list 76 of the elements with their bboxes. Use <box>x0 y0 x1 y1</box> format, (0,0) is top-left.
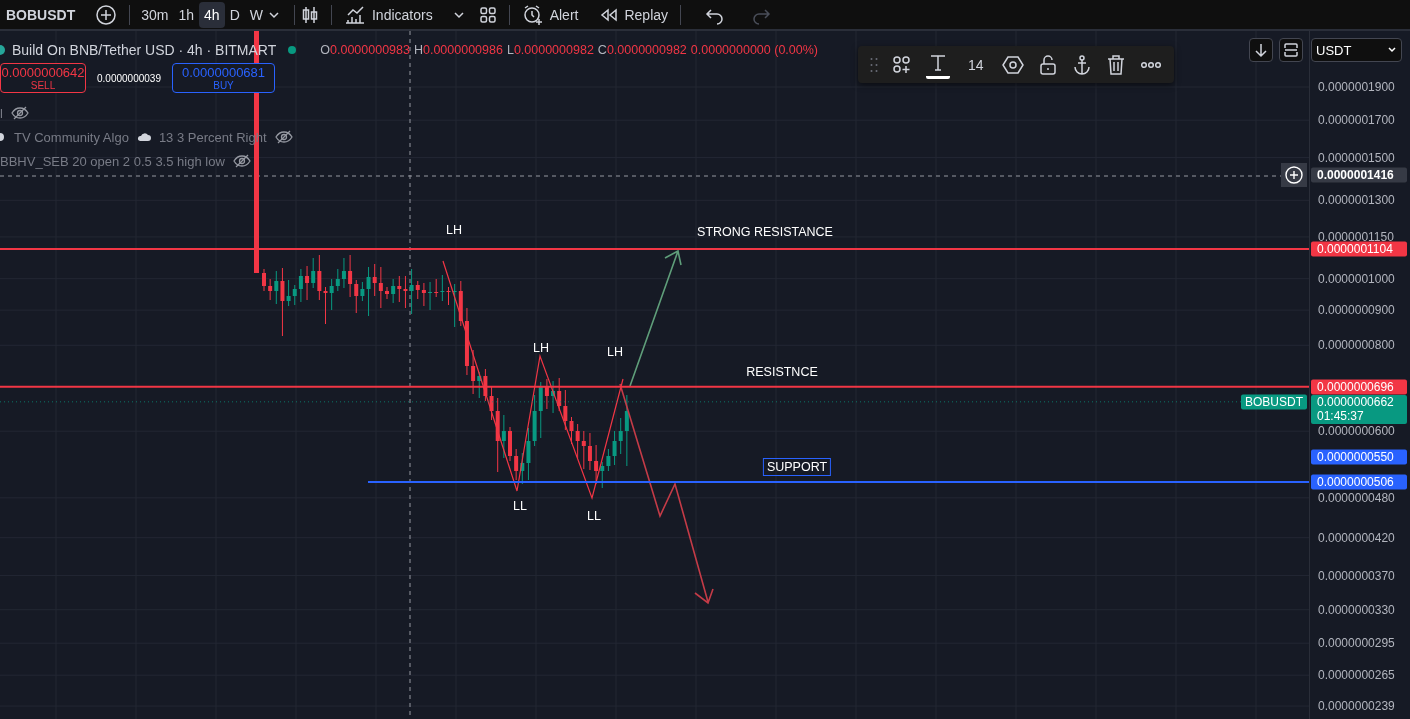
price-tick: 0.0000000295 <box>1318 636 1395 651</box>
currency-select[interactable]: USDT <box>1311 38 1402 62</box>
price-tick: 0.0000000330 <box>1318 602 1395 617</box>
line-price-label: 0.0000001104 <box>1311 241 1407 257</box>
layout-grid-icon[interactable] <box>478 5 497 24</box>
font-size-button[interactable]: 14 <box>964 56 988 73</box>
study-name: l <box>0 105 3 121</box>
eye-hidden-icon[interactable] <box>10 106 29 120</box>
fit-screen-icon[interactable] <box>1279 38 1303 62</box>
text-label: LH <box>532 340 550 356</box>
add-template-icon[interactable] <box>892 54 912 75</box>
text-label: STRONG RESISTANCE <box>696 224 834 240</box>
ohlc-value: O0.0000000983 <box>320 43 410 57</box>
interval-tab[interactable]: 1h <box>173 1 200 28</box>
text-label: LH <box>606 344 624 360</box>
last-price-label: 0.0000000662 01:45:37 <box>1311 394 1407 424</box>
price-tick: 0.0000000800 <box>1318 338 1395 353</box>
text-label: LH <box>445 222 463 238</box>
alert-button[interactable]: Alert <box>515 1 585 28</box>
line-price-label: 0.0000000696 <box>1311 379 1407 395</box>
chart-icon <box>343 4 366 25</box>
buy-button[interactable]: 0.0000000681 BUY <box>172 63 275 93</box>
ohlc-value: H0.0000000986 <box>413 43 503 57</box>
unlocked-padlock-icon[interactable] <box>1037 53 1058 76</box>
boxed-text-label: SUPPORT <box>762 458 832 476</box>
price-tick: 0.0000001500 <box>1318 150 1395 165</box>
study-name: TV Community Algo <box>14 129 129 145</box>
text-label: LL <box>512 498 528 514</box>
text-label: LL <box>586 508 602 524</box>
interval-tab[interactable]: 30m <box>136 1 174 28</box>
settings-icon[interactable] <box>1001 54 1024 75</box>
symbol-name[interactable]: BOBUSDT <box>0 1 90 28</box>
price-tick: 0.0000001900 <box>1318 80 1395 94</box>
study-name: BBHV_SEB 20 open 2 0.5 3.5 high low <box>0 153 225 169</box>
sell-button[interactable]: 0.0000000642 SELL <box>0 63 86 93</box>
price-tick: 0.0000000900 <box>1318 303 1395 318</box>
symbol-tag: BOBUSDT <box>1241 394 1307 410</box>
anchor-icon[interactable] <box>1071 53 1092 76</box>
price-tick: 0.0000000480 <box>1318 490 1395 505</box>
price-tick: 0.0000000370 <box>1318 568 1395 583</box>
indicators-button[interactable]: Indicators <box>337 1 439 28</box>
arrow-down-icon[interactable] <box>1249 38 1273 62</box>
price-tick: 0.0000000239 <box>1318 699 1395 714</box>
line-price-label: 0.0000000506 <box>1311 474 1407 490</box>
alarm-clock-icon <box>521 3 544 26</box>
crosshair-price-label: 0.0000001416 <box>1311 167 1407 183</box>
spread-value: 0.0000000039 <box>96 72 162 84</box>
drag-handle-icon[interactable] <box>870 56 878 73</box>
line-price-label: 0.0000000550 <box>1311 449 1407 465</box>
ohlc-value: L0.0000000982 <box>506 43 594 57</box>
price-tick: 0.0000001300 <box>1318 193 1395 208</box>
chevron-down-icon <box>1387 45 1397 55</box>
candlestick <box>262 268 266 292</box>
coin-icon <box>0 44 6 56</box>
eye-hidden-icon[interactable] <box>274 130 293 144</box>
price-tick: 0.0000001700 <box>1318 113 1395 128</box>
interval-tab[interactable]: D <box>224 1 245 28</box>
interval-tab[interactable]: W <box>244 1 268 28</box>
candlestick <box>508 426 512 462</box>
replay-button[interactable]: Replay <box>594 1 675 28</box>
interval-tab[interactable]: 4h <box>199 1 225 28</box>
delete-icon[interactable] <box>1105 53 1126 76</box>
price-tick: 0.0000000420 <box>1318 530 1395 545</box>
candlestick <box>385 286 389 300</box>
more-icon[interactable] <box>1139 60 1162 69</box>
price-change: 0.0000000000 (0.00%) <box>690 43 818 57</box>
price-tick: 0.0000000265 <box>1318 668 1395 683</box>
price-tick: 0.0000000600 <box>1318 424 1395 439</box>
rewind-icon <box>600 7 619 22</box>
eye-hidden-icon[interactable] <box>232 154 251 168</box>
price-tick: 0.0000001000 <box>1318 271 1395 286</box>
price-tick: 0.0000001150 <box>1318 229 1394 244</box>
text-label: RESISTNCE <box>745 364 819 380</box>
cloud-icon <box>136 132 151 142</box>
candlestick-icon[interactable] <box>300 4 319 25</box>
ohlc-value: C0.0000000982 <box>597 43 687 57</box>
